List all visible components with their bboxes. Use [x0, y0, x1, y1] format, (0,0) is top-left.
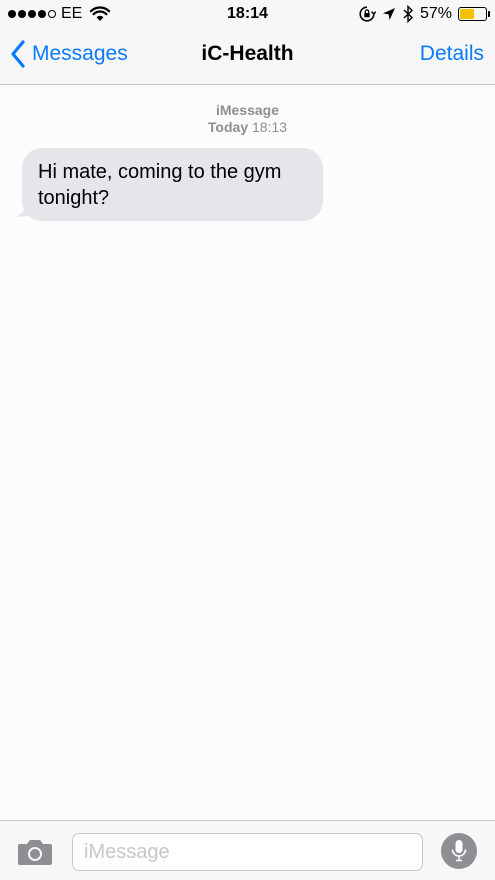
message-text: Hi mate, coming to the gym tonight?: [38, 161, 282, 209]
message-input[interactable]: [72, 833, 423, 871]
microphone-button[interactable]: [441, 833, 477, 869]
back-button[interactable]: Messages: [10, 40, 128, 68]
bluetooth-icon: [403, 5, 413, 23]
incoming-message-bubble[interactable]: Hi mate, coming to the gym tonight?: [22, 148, 323, 221]
navigation-bar: Messages iC-Health Details: [0, 28, 495, 85]
status-right: 57%: [358, 5, 490, 23]
status-bar: EE 18:14 57%: [0, 0, 495, 28]
location-arrow-icon: [382, 8, 395, 20]
messages-screen: EE 18:14 57% Messages iC-Health Details …: [0, 0, 495, 880]
battery-icon: [458, 7, 490, 21]
details-button[interactable]: Details: [420, 42, 484, 66]
signal-dots-icon: [8, 10, 56, 18]
conversation-header: iMessage Today 18:13: [0, 102, 495, 136]
carrier-name: EE: [61, 5, 83, 22]
service-label: iMessage: [215, 102, 280, 118]
battery-fill: [460, 9, 475, 19]
back-button-label: Messages: [32, 42, 128, 65]
microphone-icon: [451, 840, 467, 862]
status-left: EE: [8, 5, 111, 23]
timestamp: Today 18:13: [0, 119, 495, 136]
rotation-lock-icon: [359, 6, 376, 22]
chevron-left-icon: [11, 40, 25, 68]
camera-icon[interactable]: [17, 838, 53, 866]
timestamp-time: 18:13: [252, 119, 288, 135]
timestamp-day: Today: [207, 119, 249, 135]
wifi-icon: [90, 6, 111, 21]
input-bar: [0, 820, 495, 880]
battery-percent: 57%: [419, 5, 452, 22]
